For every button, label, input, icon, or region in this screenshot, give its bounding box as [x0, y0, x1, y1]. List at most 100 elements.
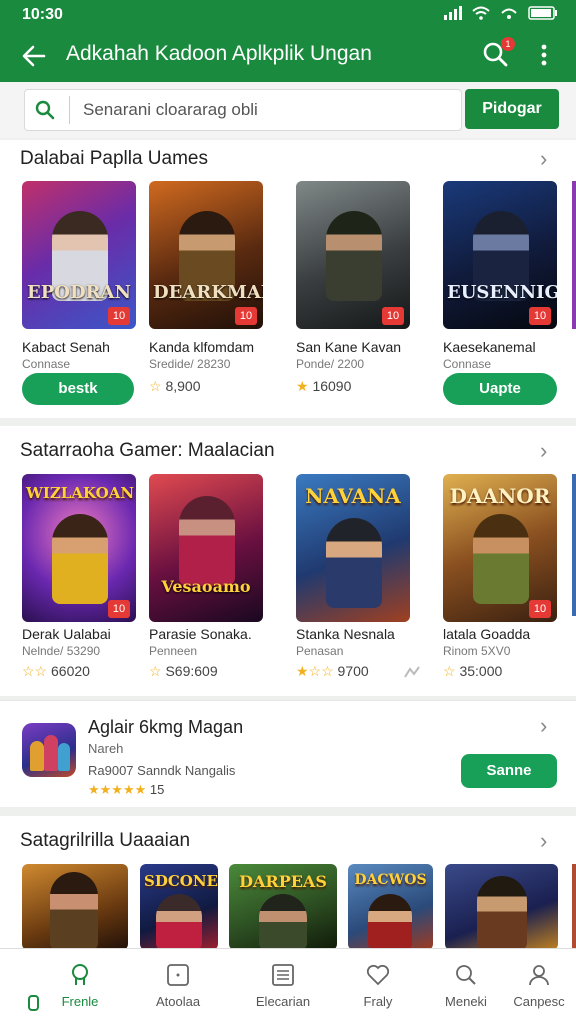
more-menu-button[interactable] — [534, 40, 554, 76]
rating-value: 66020 — [51, 663, 90, 679]
cover-title: DEARKMAN — [153, 282, 263, 303]
featured-app[interactable]: Aglair 6kmg Magan Nareh Ra9007 Sanndk Na… — [0, 700, 576, 807]
game-publisher: Connase — [443, 357, 492, 371]
rating-value: 35:000 — [459, 663, 503, 679]
apps-icon — [167, 964, 189, 986]
search-row: Senarani cloararag obli Pidogar — [0, 82, 576, 138]
status-icons — [444, 6, 558, 20]
age-badge: 10 — [529, 600, 551, 618]
featured-app-icon — [22, 723, 76, 777]
character-art — [259, 894, 307, 950]
game-rating: ★☆☆ 9700 — [296, 663, 369, 680]
chevron-right-icon[interactable]: › — [540, 713, 547, 739]
age-badge: 10 — [108, 600, 130, 618]
character-art — [368, 894, 412, 950]
search-submit-button[interactable]: Pidogar — [465, 89, 559, 129]
character-art — [50, 872, 98, 950]
section-popular: Dalabai Paplla Uames › EPODRAN 10 Kabact… — [0, 140, 576, 418]
nav-item-profile[interactable]: Canpesc — [494, 949, 576, 1025]
character-art — [326, 211, 382, 301]
page-title: Adkahah Kadoon Aplkplik Ungan — [66, 42, 372, 65]
nav-item-apps[interactable]: Atoolaa — [133, 949, 223, 1025]
game-cover: DEARKMAN 10 — [149, 181, 263, 329]
star-icon: ☆ — [149, 663, 162, 679]
game-cover — [22, 864, 128, 950]
game-publisher: Connase — [22, 357, 71, 371]
game-name: Kaesekanemal — [443, 339, 536, 355]
game-cover: WIZLAKOAN 10 — [22, 474, 136, 622]
character-art — [179, 496, 235, 586]
game-cover: 10 — [296, 181, 410, 329]
game-rating: ☆ S69:609 — [149, 663, 218, 680]
install-button[interactable]: bestk — [22, 373, 134, 405]
nav-item-list[interactable]: Elecarian — [238, 949, 328, 1025]
cover-title: SDCONE — [144, 872, 218, 890]
hotspot-icon — [501, 8, 517, 19]
search-field-icon — [35, 100, 55, 120]
game-rating: ☆☆ 66020 — [22, 663, 90, 680]
status-time: 10:30 — [22, 6, 63, 23]
star-icon: ☆ — [443, 663, 456, 679]
age-badge: 10 — [108, 307, 130, 325]
character-art — [326, 518, 382, 608]
game-rating: ★ 16090 — [296, 378, 351, 395]
character-art — [156, 894, 202, 950]
nav-label: Elecarian — [255, 994, 311, 1009]
next-card-peek — [572, 864, 576, 950]
profile-icon — [529, 965, 549, 986]
featured-install-button[interactable]: Sanne — [461, 754, 557, 788]
nav-item-home[interactable]: Frenle — [35, 949, 125, 1025]
game-cover: DAANOR 10 — [443, 474, 557, 622]
back-button[interactable] — [18, 40, 50, 72]
section-games: Satarraoha Gamer: Maalacian › WIZLAKOAN … — [0, 426, 576, 696]
cover-title: EUSENNIG — [447, 282, 557, 303]
cover-title: Vesaoamo — [161, 577, 251, 596]
section-title: Satarraoha Gamer: Maalacian — [20, 440, 275, 461]
nav-label: Fraly — [363, 994, 393, 1009]
chevron-right-icon[interactable]: › — [540, 828, 547, 854]
game-cover — [445, 864, 558, 950]
chevron-right-icon[interactable]: › — [540, 146, 547, 172]
notification-badge: 1 — [501, 37, 515, 51]
character-art — [477, 876, 527, 950]
featured-description: Ra9007 Sanndk Nangalis — [88, 763, 236, 778]
next-card-peek — [572, 181, 576, 329]
featured-rating: ★★★★★ 15 — [88, 782, 164, 798]
star-icon: ☆☆ — [22, 663, 48, 679]
nav-label: Atoolaa — [155, 994, 201, 1009]
rating-value: 16090 — [312, 378, 352, 394]
heart-icon — [366, 964, 390, 986]
game-cover: EPODRAN 10 — [22, 181, 136, 329]
game-name: Kabact Senah — [22, 339, 110, 355]
featured-subtitle: Nareh — [88, 741, 124, 756]
game-name: Derak Ualabai — [22, 626, 111, 642]
search-input[interactable]: Senarani cloararag obli — [24, 89, 462, 131]
character-art — [473, 514, 529, 604]
status-bar: 10:30 — [0, 0, 576, 30]
cover-title: NAVANA — [305, 484, 401, 508]
game-cover: EUSENNIG 10 — [443, 181, 557, 329]
chevron-right-icon[interactable]: › — [540, 438, 547, 464]
section-title: Satagrilrilla Uaaaian — [20, 830, 191, 851]
game-publisher: Sredide/ 28230 — [149, 357, 231, 371]
game-name: Kanda klfomdam — [149, 339, 255, 355]
cover-title: EPODRAN — [27, 282, 131, 303]
game-cover: Vesaoamo — [149, 474, 263, 622]
rating-value: 15 — [149, 782, 165, 797]
update-button[interactable]: Uapte — [443, 373, 557, 405]
section-more: Satagrilrilla Uaaaian › SDCONE DARPEAS D… — [0, 816, 576, 950]
game-cover: DARPEAS — [229, 864, 337, 950]
nav-item-favorites[interactable]: Fraly — [333, 949, 423, 1025]
game-name: Stanka Nesnala — [296, 626, 395, 642]
game-cover: DACWOS — [348, 864, 433, 950]
star-icon: ☆ — [149, 378, 162, 394]
list-icon — [272, 964, 294, 986]
age-badge: 10 — [529, 307, 551, 325]
section-title: Dalabai Paplla Uames — [20, 148, 208, 169]
search-icon — [456, 965, 476, 985]
game-publisher: Ponde/ 2200 — [296, 357, 365, 371]
cover-title: WIZLAKOAN — [26, 484, 135, 502]
nav-label: Canpesc — [513, 994, 565, 1009]
cover-title: DAANOR — [449, 484, 551, 508]
star-icon: ★ — [296, 378, 309, 394]
